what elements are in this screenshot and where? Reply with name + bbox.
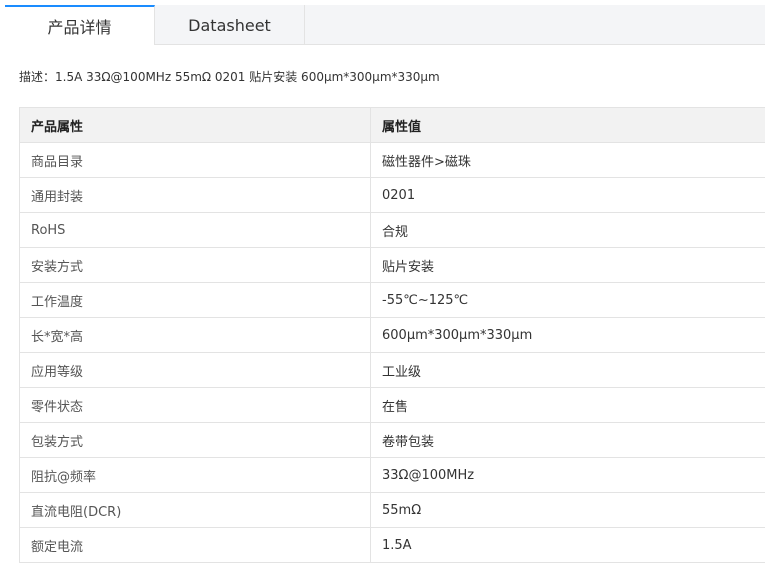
table-header-row: 产品属性 属性值	[19, 107, 765, 143]
table-row: 应用等级 工业级	[19, 352, 765, 388]
attribute-name: 额定电流	[19, 527, 371, 563]
attribute-value: 1.5A	[370, 527, 765, 563]
attribute-name: 长*宽*高	[19, 317, 371, 353]
attribute-name: 阻抗@频率	[19, 457, 371, 493]
product-description: 描述：1.5A 33Ω@100MHz 55mΩ 0201 贴片安装 600μm*…	[19, 70, 440, 84]
attribute-value: 600μm*300μm*330μm	[370, 317, 765, 353]
attribute-value: 工业级	[370, 352, 765, 388]
table-row: 工作温度 -55℃~125℃	[19, 282, 765, 318]
tab-datasheet[interactable]: Datasheet	[155, 5, 305, 45]
tab-label: Datasheet	[188, 15, 271, 35]
attribute-value: 55mΩ	[370, 492, 765, 528]
attribute-name: RoHS	[19, 212, 371, 248]
attribute-value: 磁性器件>磁珠	[370, 142, 765, 178]
attribute-value: 0201	[370, 177, 765, 213]
table-row: 零件状态 在售	[19, 387, 765, 423]
table-row: 安装方式 贴片安装	[19, 247, 765, 283]
tab-bar: 产品详情 Datasheet	[5, 5, 765, 45]
attribute-value: 在售	[370, 387, 765, 423]
table-row: 包装方式 卷带包装	[19, 422, 765, 458]
tab-product-details[interactable]: 产品详情	[5, 5, 155, 45]
attribute-name: 应用等级	[19, 352, 371, 388]
table-row: 通用封装 0201	[19, 177, 765, 213]
table-row: RoHS 合规	[19, 212, 765, 248]
attribute-table: 产品属性 属性值 商品目录 磁性器件>磁珠 通用封装 0201 RoHS 合规 …	[19, 107, 765, 563]
attribute-name: 商品目录	[19, 142, 371, 178]
header-value: 属性值	[370, 107, 765, 143]
table-row: 直流电阻(DCR) 55mΩ	[19, 492, 765, 528]
attribute-name: 安装方式	[19, 247, 371, 283]
tab-label: 产品详情	[47, 18, 112, 37]
attribute-value: -55℃~125℃	[370, 282, 765, 318]
table-row: 长*宽*高 600μm*300μm*330μm	[19, 317, 765, 353]
table-row: 阻抗@频率 33Ω@100MHz	[19, 457, 765, 493]
attribute-name: 包装方式	[19, 422, 371, 458]
attribute-name: 直流电阻(DCR)	[19, 492, 371, 528]
attribute-name: 零件状态	[19, 387, 371, 423]
table-row: 商品目录 磁性器件>磁珠	[19, 142, 765, 178]
attribute-value: 33Ω@100MHz	[370, 457, 765, 493]
table-row: 额定电流 1.5A	[19, 527, 765, 563]
attribute-name: 工作温度	[19, 282, 371, 318]
attribute-value: 合规	[370, 212, 765, 248]
attribute-name: 通用封装	[19, 177, 371, 213]
header-attribute: 产品属性	[19, 107, 371, 143]
attribute-value: 卷带包装	[370, 422, 765, 458]
attribute-value: 贴片安装	[370, 247, 765, 283]
